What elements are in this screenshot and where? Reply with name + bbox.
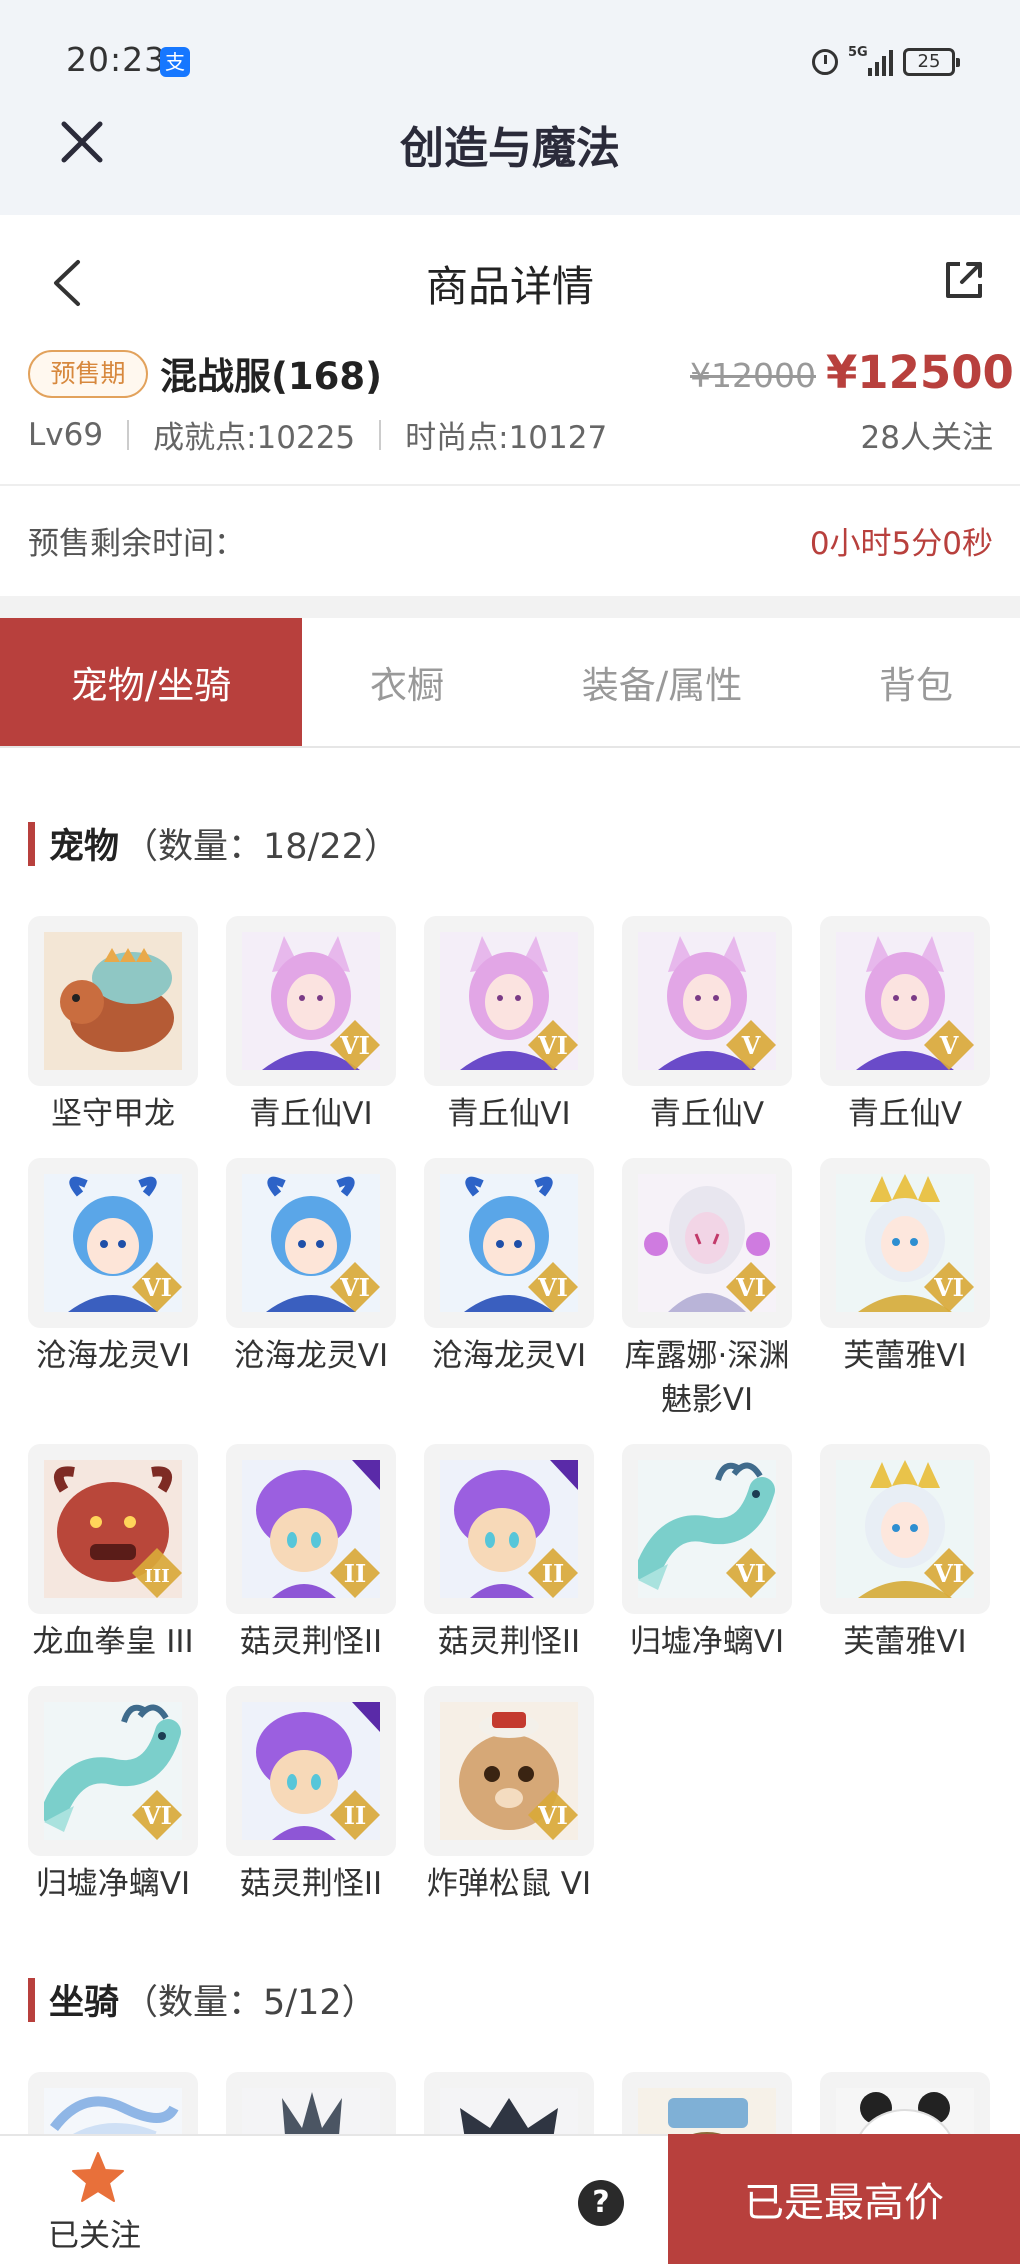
mushroom-sprite-icon: II: [424, 1444, 594, 1614]
svg-text:II: II: [542, 1559, 564, 1588]
svg-text:V: V: [741, 1031, 761, 1060]
mounts-count: （数量：5/12）: [123, 1983, 377, 2023]
section-marker: [28, 1977, 35, 2022]
fashion-points: 时尚点:10127: [405, 420, 608, 456]
sea-dragon-spirit-icon: VI: [226, 1158, 396, 1328]
presale-tag: 预售期: [28, 350, 148, 398]
fox-fairy-icon: V: [622, 916, 792, 1086]
svg-text:VI: VI: [735, 1559, 766, 1588]
presale-label: 预售剩余时间：: [28, 526, 245, 562]
help-icon[interactable]: ?: [578, 2180, 624, 2226]
mushroom-sprite-icon: II: [226, 1686, 396, 1856]
svg-text:II: II: [344, 1801, 366, 1830]
pets-count: （数量：18/22）: [123, 827, 399, 867]
alipay-icon: 支: [160, 47, 190, 77]
pet-name: 青丘仙V: [847, 1096, 963, 1132]
armored-dragon-icon: [28, 916, 198, 1086]
pet-name: 沧海龙灵VI: [35, 1338, 191, 1374]
svg-text:II: II: [344, 1559, 366, 1588]
share-icon[interactable]: [942, 258, 986, 302]
tab-backpack[interactable]: 背包: [812, 618, 1020, 746]
presale-countdown: 0小时5分0秒: [809, 526, 993, 562]
pet-name: 沧海龙灵VI: [431, 1338, 587, 1374]
pet-name: 青丘仙V: [649, 1096, 765, 1132]
svg-text:VI: VI: [735, 1273, 766, 1302]
freya-icon: VI: [820, 1444, 990, 1614]
divider: [379, 419, 382, 450]
original-price: ¥12000: [690, 356, 816, 395]
svg-text:V: V: [939, 1031, 959, 1060]
divider: [127, 419, 130, 450]
fox-fairy-icon: VI: [424, 916, 594, 1086]
signal-icon: 5G: [848, 45, 893, 76]
svg-text:VI: VI: [141, 1801, 172, 1830]
svg-text:VI: VI: [933, 1273, 964, 1302]
svg-text:VI: VI: [933, 1559, 964, 1588]
pet-name: 龙血拳皇 III: [32, 1624, 194, 1660]
bomb-squirrel-icon: VI: [424, 1686, 594, 1856]
pet-name: 库露娜·深渊魅影VI: [624, 1338, 790, 1418]
mounts-section-label: 坐骑: [49, 1983, 120, 2023]
tab-pets-mounts[interactable]: 宠物/坐骑: [0, 618, 302, 746]
network-label: 5G: [848, 45, 868, 60]
pet-name: 菇灵荆怪II: [239, 1624, 383, 1660]
fox-fairy-icon: V: [820, 916, 990, 1086]
status-bar: 20:23 支 5G 25: [0, 0, 1020, 120]
pet-name: 沧海龙灵VI: [233, 1338, 389, 1374]
sea-dragon-spirit-icon: VI: [28, 1158, 198, 1328]
pet-name: 炸弹松鼠 VI: [426, 1866, 592, 1902]
pet-name: 坚守甲龙: [51, 1096, 175, 1132]
svg-text:VI: VI: [537, 1801, 568, 1830]
section-marker: [28, 821, 35, 866]
svg-text:VI: VI: [537, 1273, 568, 1302]
jade-dragon-icon: VI: [28, 1686, 198, 1856]
followed-label[interactable]: 已关注: [48, 2210, 141, 2255]
svg-text:VI: VI: [537, 1031, 568, 1060]
star-icon[interactable]: [70, 2150, 126, 2206]
pet-name: 青丘仙VI: [249, 1096, 373, 1132]
svg-text:III: III: [144, 1566, 169, 1587]
abyss-phantom-icon: VI: [622, 1158, 792, 1328]
pet-name: 芙蕾雅VI: [843, 1338, 967, 1374]
app-title: 创造与魔法: [400, 123, 620, 174]
product-stats: Lv69 成就点:10225 时尚点:10127: [28, 412, 607, 457]
level: Lv69: [28, 416, 104, 453]
mushroom-sprite-icon: II: [226, 1444, 396, 1614]
status-time: 20:23: [66, 40, 167, 79]
mounts-section-title: 坐骑 （数量：5/12）: [28, 1974, 377, 2025]
pet-name: 菇灵荆怪II: [239, 1866, 383, 1902]
current-price: ¥12500: [826, 346, 1014, 399]
tab-bar: 宠物/坐骑 衣橱 装备/属性 背包: [0, 618, 1020, 748]
svg-text:VI: VI: [339, 1273, 370, 1302]
jade-dragon-icon: VI: [622, 1444, 792, 1614]
battery-icon: 25: [903, 48, 960, 76]
tab-equipment[interactable]: 装备/属性: [512, 618, 812, 746]
achievement-points: 成就点:10225: [153, 420, 356, 456]
section-gap: [0, 596, 1020, 618]
svg-text:VI: VI: [339, 1031, 370, 1060]
dragon-boxer-icon: III: [28, 1444, 198, 1614]
pets-section-title: 宠物 （数量：18/22）: [28, 818, 399, 869]
page-title: 商品详情: [425, 262, 594, 311]
pet-name: 青丘仙VI: [447, 1096, 571, 1132]
svg-text:VI: VI: [141, 1273, 172, 1302]
pets-section-label: 宠物: [49, 827, 120, 867]
product-name: 混战服(168): [160, 355, 383, 398]
divider: [0, 484, 1020, 486]
status-icons: 5G 25: [812, 44, 960, 80]
highest-price-button[interactable]: 已是最高价: [668, 2134, 1020, 2264]
follower-count: 28人关注: [860, 420, 993, 456]
pet-name: 归墟净螭VI: [629, 1624, 785, 1660]
freya-icon: VI: [820, 1158, 990, 1328]
alarm-icon: [812, 49, 838, 75]
pet-name: 归墟净螭VI: [35, 1866, 191, 1902]
sea-dragon-spirit-icon: VI: [424, 1158, 594, 1328]
pet-name: 芙蕾雅VI: [843, 1624, 967, 1660]
fox-fairy-icon: VI: [226, 916, 396, 1086]
pet-name: 菇灵荆怪II: [437, 1624, 581, 1660]
tab-wardrobe[interactable]: 衣橱: [302, 618, 512, 746]
